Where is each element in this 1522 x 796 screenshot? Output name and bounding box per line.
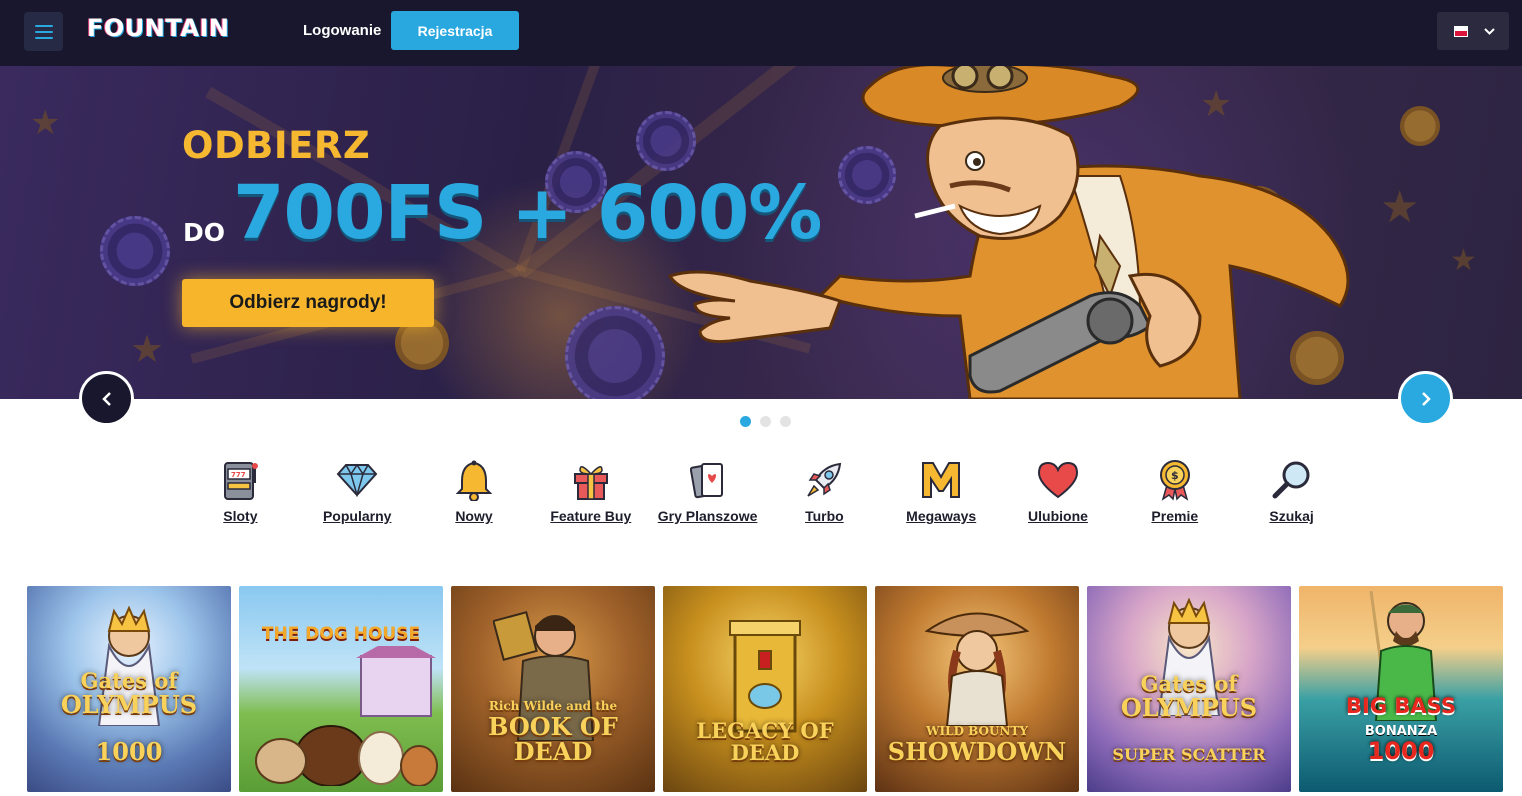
carousel-dot[interactable] [780,416,791,427]
game-tile-book-of-dead[interactable]: Rich Wilde and the BOOK OF DEAD [451,586,655,792]
category-szukaj[interactable]: Szukaj [1233,458,1350,524]
game-title-line: BIG BASS [1346,693,1456,718]
game-title-line: Rich Wilde and the [488,698,618,713]
category-sloty[interactable]: 777 Sloty [182,458,299,524]
slot-machine-icon: 777 [218,458,262,502]
game-title: BIG BASS BONANZA 1000 [1305,695,1497,764]
cards-icon [686,458,730,502]
game-tile-the-dog-house[interactable]: THE DOG HOUSE [239,586,443,792]
category-label: Turbo [805,508,844,524]
megaways-icon [919,458,963,502]
game-tile-gates-of-olympus-super-scatter[interactable]: Gates of OLYMPUS SUPER SCATTER [1087,586,1291,792]
star-decoration: ★ [130,329,165,371]
category-nowy[interactable]: Nowy [416,458,533,524]
game-title-line: Gates of [1140,670,1238,696]
top-header: FOUNTAIN Logowanie Rejestracja [0,0,1522,66]
bell-icon [452,458,496,502]
game-title-line: THE DOG HOUSE [261,624,421,645]
poland-flag-icon [1454,25,1468,37]
game-title-line: Gates of [80,667,178,693]
game-title-line: SUPER SCATTER [1112,744,1266,764]
svg-text:777: 777 [231,471,246,479]
category-premie[interactable]: $ Premie [1116,458,1233,524]
game-title: LEGACY OF DEAD [669,717,861,765]
category-label: Sloty [223,508,258,524]
hero-prefix: DO [183,218,226,247]
carousel-dot[interactable] [760,416,771,427]
game-tile-wild-bounty-showdown[interactable]: WILD BOUNTY SHOWDOWN [875,586,1079,792]
hero-offer: 700FS + 600% [233,170,822,256]
game-title-line: OLYMPUS [1120,692,1258,722]
game-grid: Gates of OLYMPUS 1000 THE DOG HOUSE Rich… [27,586,1503,792]
chevron-left-icon [101,391,111,406]
register-button[interactable]: Rejestracja [391,11,519,50]
hamburger-menu-button[interactable] [24,12,63,51]
chevron-down-icon [1484,27,1495,35]
language-selector[interactable] [1437,12,1509,50]
game-title: Rich Wilde and the BOOK OF DEAD [457,692,649,764]
star-decoration: ★ [1450,244,1477,277]
game-categories: 777 Sloty Popularny Nowy Feature Buy Gry… [182,458,1350,524]
game-tile-big-bass-bonanza-1000[interactable]: BIG BASS BONANZA 1000 [1299,586,1503,792]
category-label: Gry Planszowe [657,508,758,524]
medal-icon: $ [1153,458,1197,502]
category-feature-buy[interactable]: Feature Buy [532,458,649,524]
category-gry-planszowe[interactable]: Gry Planszowe [649,458,766,524]
star-decoration: ★ [30,104,61,142]
category-label: Nowy [455,508,493,524]
menu-line [34,36,53,39]
login-link[interactable]: Logowanie [303,22,381,39]
game-title-line: LEGACY OF DEAD [696,717,834,765]
diamond-icon [335,458,379,502]
game-title-line: SHOWDOWN [887,736,1067,766]
category-ulubione[interactable]: Ulubione [1000,458,1117,524]
menu-line [34,30,53,33]
cowgirl-figure [924,612,1030,726]
game-title: Gates of OLYMPUS SUPER SCATTER [1093,670,1285,764]
category-label: Szukaj [1269,508,1314,524]
game-tile-gates-of-olympus-1000[interactable]: Gates of OLYMPUS 1000 [27,586,231,792]
casino-chip [100,216,170,286]
heart-icon [1036,458,1080,502]
game-title: WILD BOUNTY SHOWDOWN [881,717,1073,764]
claim-rewards-button[interactable]: Odbierz nagrody! [182,279,434,327]
svg-text:$: $ [1171,469,1179,482]
category-label: Feature Buy [550,508,632,524]
category-label: Megaways [906,508,977,524]
game-title-line: BOOK OF DEAD [488,711,618,766]
gold-coin [1400,106,1440,146]
dogs-and-house [255,646,438,786]
game-title-line: WILD BOUNTY [926,723,1028,738]
carousel-next-button[interactable] [1398,371,1453,426]
game-title-line: 1000 [1367,736,1435,765]
game-title-line: OLYMPUS [60,689,198,719]
category-megaways[interactable]: Megaways [883,458,1000,524]
carousel-dot[interactable] [740,416,751,427]
game-title: THE DOG HOUSE [245,624,437,645]
hero-banner: ★ ★ ★ ★ ★ ODBIERZ DO 700FS + 600% Odbier… [0,66,1522,399]
category-label: Premie [1151,508,1199,524]
rocket-icon [802,458,846,502]
carousel-pagination [740,416,791,427]
game-title: Gates of OLYMPUS 1000 [33,667,225,766]
gift-icon [569,458,613,502]
category-label: Popularny [322,508,392,524]
category-popularny[interactable]: Popularny [299,458,416,524]
game-tile-legacy-of-dead[interactable]: LEGACY OF DEAD [663,586,867,792]
menu-line [34,24,53,27]
category-turbo[interactable]: Turbo [766,458,883,524]
search-icon [1270,458,1314,502]
hero-headline: ODBIERZ [182,124,371,167]
carousel-prev-button[interactable] [79,371,134,426]
category-label: Ulubione [1028,508,1088,524]
site-logo[interactable]: FOUNTAIN [87,14,229,42]
game-title-line: 1000 [95,736,163,766]
chevron-right-icon [1421,391,1431,406]
